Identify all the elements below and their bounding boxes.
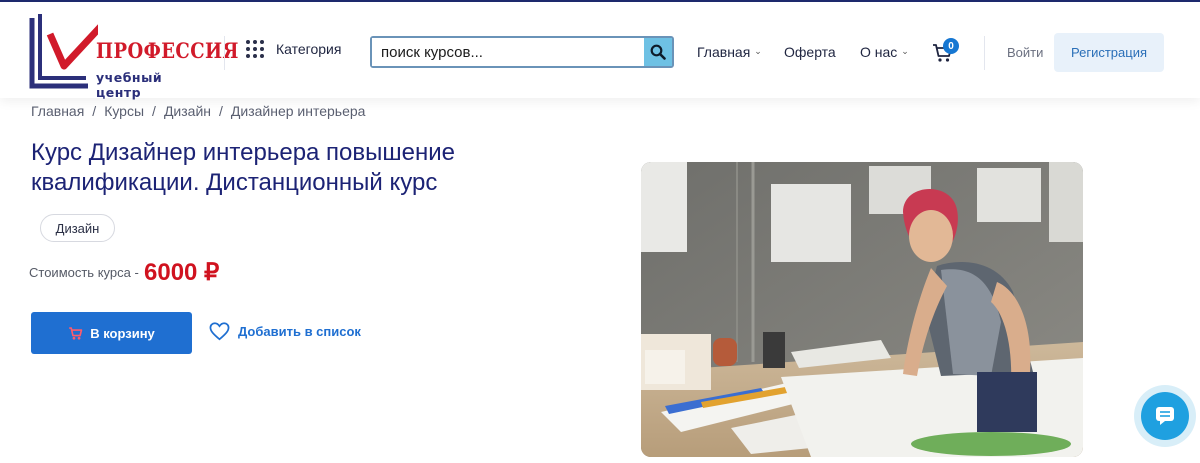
breadcrumb-separator: / — [219, 103, 223, 119]
breadcrumb: Главная / Курсы / Дизайн / Дизайнер инте… — [31, 103, 365, 119]
heart-icon — [209, 322, 230, 341]
cart-count-badge: 0 — [943, 38, 959, 54]
breadcrumb-separator: / — [92, 103, 97, 119]
site-logo[interactable]: ПРОФЕССИЯ учебный центр — [28, 7, 238, 100]
wishlist-label: Добавить в список — [238, 324, 361, 339]
divider — [224, 36, 225, 70]
nav-home-label: Главная — [697, 44, 751, 60]
add-to-wishlist-link[interactable]: Добавить в список — [209, 322, 361, 341]
nav-home[interactable]: Главная ⌄ — [697, 44, 762, 60]
course-image — [641, 162, 1083, 457]
chat-button-inner — [1141, 392, 1189, 440]
nav-offer[interactable]: Оферта — [784, 44, 836, 60]
breadcrumb-separator: / — [152, 103, 156, 119]
breadcrumb-item-current: Дизайнер интерьера — [230, 103, 366, 119]
search-icon — [650, 44, 666, 60]
add-to-cart-label: В корзину — [90, 325, 155, 341]
nav-about[interactable]: О нас ⌄ — [860, 44, 909, 60]
course-category-tag[interactable]: Дизайн — [40, 214, 115, 242]
breadcrumb-item-courses[interactable]: Курсы — [104, 103, 144, 119]
logo-checkmark-icon — [29, 7, 119, 89]
category-grid-icon — [246, 40, 264, 58]
category-menu[interactable]: Категория — [246, 40, 341, 58]
search-button[interactable] — [644, 38, 672, 66]
logo-subtitle: учебный центр — [96, 70, 163, 100]
category-label: Категория — [276, 41, 342, 57]
login-link[interactable]: Войти — [1007, 45, 1043, 60]
register-button[interactable]: Регистрация — [1054, 33, 1164, 72]
nav-about-label: О нас — [860, 44, 898, 60]
search-box — [370, 36, 674, 68]
price-label: Стоимость курса - — [29, 265, 139, 280]
site-header: ПРОФЕССИЯ учебный центр Категория Главна… — [0, 2, 1200, 100]
course-title: Курс Дизайнер интерьера повышение квалиф… — [31, 139, 456, 196]
nav-offer-label: Оферта — [784, 44, 836, 60]
logo-title: ПРОФЕССИЯ — [96, 38, 239, 63]
chat-icon — [1156, 407, 1174, 425]
chevron-down-icon: ⌄ — [754, 45, 762, 56]
breadcrumb-item-design[interactable]: Дизайн — [164, 103, 211, 119]
add-to-cart-button[interactable]: В корзину — [31, 312, 192, 354]
divider — [984, 36, 985, 70]
breadcrumb-item-home[interactable]: Главная — [31, 103, 84, 119]
course-price: 6000 ₽ — [144, 259, 220, 286]
chevron-down-icon: ⌄ — [901, 45, 909, 56]
cart-icon — [69, 326, 83, 340]
chat-widget-button[interactable] — [1134, 385, 1196, 447]
search-input[interactable] — [372, 38, 644, 66]
